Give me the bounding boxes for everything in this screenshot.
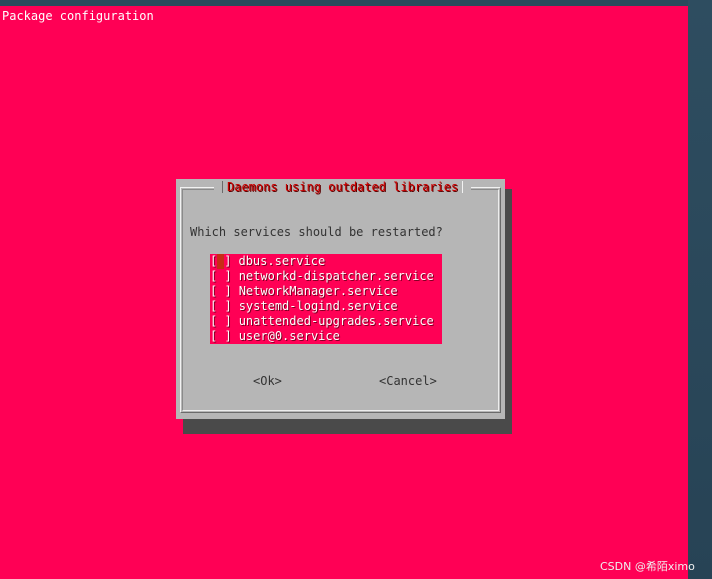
checkbox[interactable]: [ ]	[210, 269, 232, 284]
debconf-dialog: Daemons using outdated libraries Which s…	[176, 179, 505, 419]
checkbox[interactable]: [ ]	[210, 284, 232, 299]
service-checklist: [ ] dbus.service [ ] networkd-dispatcher.se…	[210, 254, 442, 344]
package-configuration-title: Package configuration	[2, 9, 154, 23]
service-list-item[interactable]: [ ] user@0.service	[210, 329, 340, 344]
service-list-item[interactable]: [ ] networkd-dispatcher.service	[210, 269, 434, 284]
service-label: networkd-dispatcher.service	[238, 269, 434, 283]
checkbox[interactable]: [ ]	[210, 314, 232, 329]
checkbox[interactable]: [ ]	[210, 299, 232, 314]
ok-button[interactable]: <Ok>	[253, 374, 282, 388]
watermark: CSDN @希陌ximo	[600, 560, 695, 573]
service-list-item[interactable]: [ ] NetworkManager.service	[210, 284, 398, 299]
service-list-item[interactable]: [ ] systemd-logind.service	[210, 299, 398, 314]
dialog-question: Which services should be restarted?	[190, 225, 443, 239]
service-label: dbus.service	[238, 254, 326, 268]
service-label: unattended-upgrades.service	[238, 314, 434, 328]
checkbox[interactable]: [ ]	[210, 329, 232, 344]
service-list-item[interactable]: [ ] dbus.service	[210, 254, 325, 269]
terminal-window: Package configuration Daemons using outd…	[0, 6, 688, 579]
service-label: NetworkManager.service	[238, 284, 398, 298]
window-frame	[688, 0, 712, 579]
checkbox[interactable]: [ ]	[210, 254, 231, 269]
cancel-button[interactable]: <Cancel>	[379, 374, 437, 388]
dialog-title-bar: Daemons using outdated libraries	[214, 179, 472, 195]
dialog-title: Daemons using outdated libraries	[227, 180, 459, 194]
service-label: systemd-logind.service	[238, 299, 398, 313]
service-list-item[interactable]: [ ] unattended-upgrades.service	[210, 314, 434, 329]
service-label: user@0.service	[238, 329, 340, 343]
